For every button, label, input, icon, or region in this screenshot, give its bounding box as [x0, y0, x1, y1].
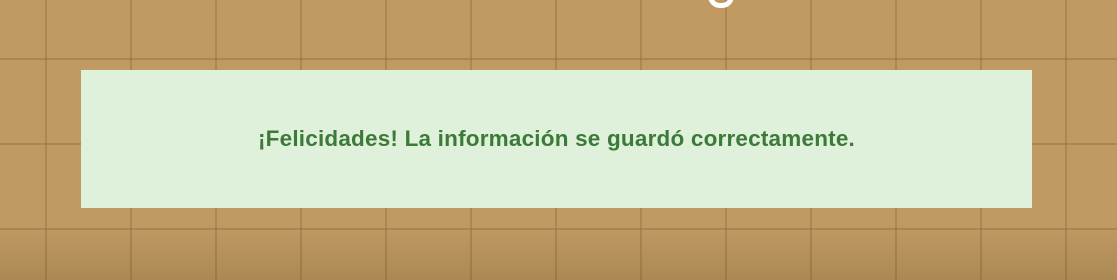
- success-alert: ¡Felicidades! La información se guardó c…: [81, 70, 1032, 208]
- success-alert-message: ¡Felicidades! La información se guardó c…: [257, 126, 855, 151]
